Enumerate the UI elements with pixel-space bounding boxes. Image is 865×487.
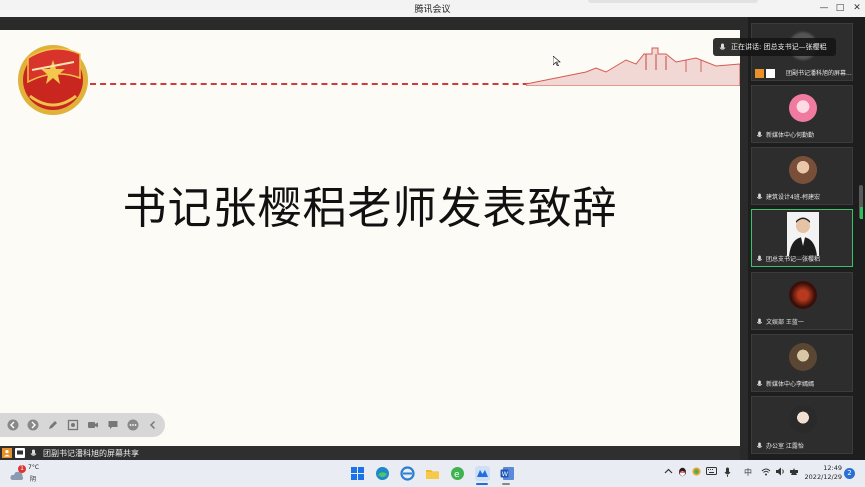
participant-name: 团总支书记—张樱稆 (766, 256, 821, 263)
svg-text:e: e (454, 470, 460, 480)
screenshot-icon[interactable] (65, 418, 80, 433)
prev-icon[interactable] (5, 418, 20, 433)
share-label: 团副书记潘科旭的屏幕共享 (43, 448, 139, 458)
user-icon (755, 69, 764, 78)
pen-icon[interactable] (45, 418, 60, 433)
avatar (789, 343, 817, 371)
weather-widget[interactable]: 7°C 阴 (10, 464, 50, 484)
participant-name: 新媒体中心李嫣嫣 (766, 381, 815, 388)
mic-icon (756, 255, 763, 261)
screen-share-icon (15, 448, 25, 458)
wifi-icon[interactable] (761, 467, 771, 479)
edge-browser-icon[interactable] (375, 466, 390, 481)
microphone-tray-icon[interactable] (724, 467, 731, 479)
taskbar-clock[interactable]: 12:49 2022/12/29 (800, 464, 842, 482)
mic-icon (756, 380, 763, 386)
avatar (789, 94, 817, 122)
mic-icon (28, 448, 38, 458)
participant-name: 团副书记潘科旭的屏幕... (786, 70, 852, 77)
ime-indicator[interactable]: 中 (744, 467, 752, 479)
avatar (789, 156, 817, 184)
shared-screen: 书记张樱稆老师发表致辞 (0, 30, 740, 446)
volume-icon[interactable] (775, 467, 785, 479)
ie-browser-icon[interactable] (400, 466, 415, 481)
participant-name: 办公室 江露怡 (766, 443, 804, 450)
weather-temp: 7°C (28, 464, 40, 471)
presentation-toolbar (0, 413, 165, 437)
participant-tile[interactable]: 新媒体中心何勤勤 (751, 85, 853, 143)
mouse-cursor-icon (553, 56, 561, 66)
notification-badge[interactable]: 2 (844, 468, 855, 479)
browser-tray-icon[interactable] (692, 467, 701, 479)
svg-text:W: W (502, 470, 509, 478)
chat-icon[interactable] (105, 418, 120, 433)
participant-video-icon (789, 217, 817, 256)
participant-tile[interactable]: 新媒体中心李嫣嫣 (751, 334, 853, 392)
avatar (789, 405, 817, 433)
screen-share-icon (766, 69, 775, 78)
participant-tile[interactable]: 办公室 江露怡 (751, 396, 853, 454)
clock-date: 2022/12/29 (804, 473, 842, 481)
meeting-top-strip (0, 17, 740, 30)
close-button[interactable]: ✕ (851, 3, 863, 14)
participant-tile[interactable]: 文娱部 王蓝一 (751, 272, 853, 330)
word-icon[interactable]: W (500, 466, 515, 481)
open-app-indicator (502, 483, 510, 485)
battery-icon[interactable] (789, 467, 799, 479)
youth-league-emblem-icon (18, 45, 88, 115)
mic-icon (756, 193, 763, 199)
participant-name: 文娱部 王蓝一 (766, 319, 804, 326)
user-icon[interactable] (2, 448, 12, 458)
mic-icon (756, 131, 763, 137)
participant-tile[interactable]: 建筑设计4班-柯建宏 (751, 147, 853, 205)
participant-name: 新媒体中心何勤勤 (766, 132, 815, 139)
camera-icon[interactable] (85, 418, 100, 433)
avatar (789, 281, 817, 309)
clock-time: 12:49 (823, 464, 842, 472)
tray-overflow-icon[interactable] (664, 467, 673, 479)
green-browser-icon[interactable]: e (450, 466, 465, 481)
window-title: 腾讯会议 (414, 5, 451, 15)
next-icon[interactable] (25, 418, 40, 433)
video-frame (787, 212, 819, 256)
active-app-indicator (476, 483, 488, 485)
collapse-icon[interactable] (145, 418, 160, 433)
audio-level-indicator (860, 207, 863, 219)
window-title-bar: 腾讯会议 — □ ✕ (0, 0, 865, 17)
speaking-label: 正在讲话: 团总支书记—张樱稆 (731, 43, 827, 51)
mic-icon (719, 43, 726, 50)
keyboard-tray-icon[interactable] (706, 467, 717, 479)
more-icon[interactable] (125, 418, 140, 433)
participant-tile-active[interactable]: 团总支书记—张樱稆 (751, 209, 853, 267)
slide-title: 书记张樱稆老师发表致辞 (122, 183, 618, 234)
screen: 腾讯会议 — □ ✕ 书记张樱稆老师发表致辞 团副书记潘科旭的屏幕共享 团副书记… (0, 0, 865, 487)
panel-divider[interactable] (740, 17, 748, 460)
start-icon[interactable] (350, 466, 365, 481)
qq-tray-icon[interactable] (678, 467, 687, 479)
file-explorer-icon[interactable] (425, 466, 440, 481)
weather-badge: 1 (18, 465, 26, 473)
minimize-button[interactable]: — (818, 3, 830, 14)
maximize-button[interactable]: □ (834, 3, 846, 14)
screen-share-bar: 团副书记潘科旭的屏幕共享 (0, 446, 740, 460)
mic-icon (756, 442, 763, 448)
mic-icon (756, 318, 763, 324)
speaking-indicator: 正在讲话: 团总支书记—张樱稆 (713, 38, 836, 56)
great-wall-decoration-icon (526, 47, 740, 86)
participant-name: 建筑设计4班-柯建宏 (766, 194, 820, 201)
weather-desc: 阴 (30, 476, 37, 483)
tencent-meeting-icon[interactable] (475, 466, 490, 481)
